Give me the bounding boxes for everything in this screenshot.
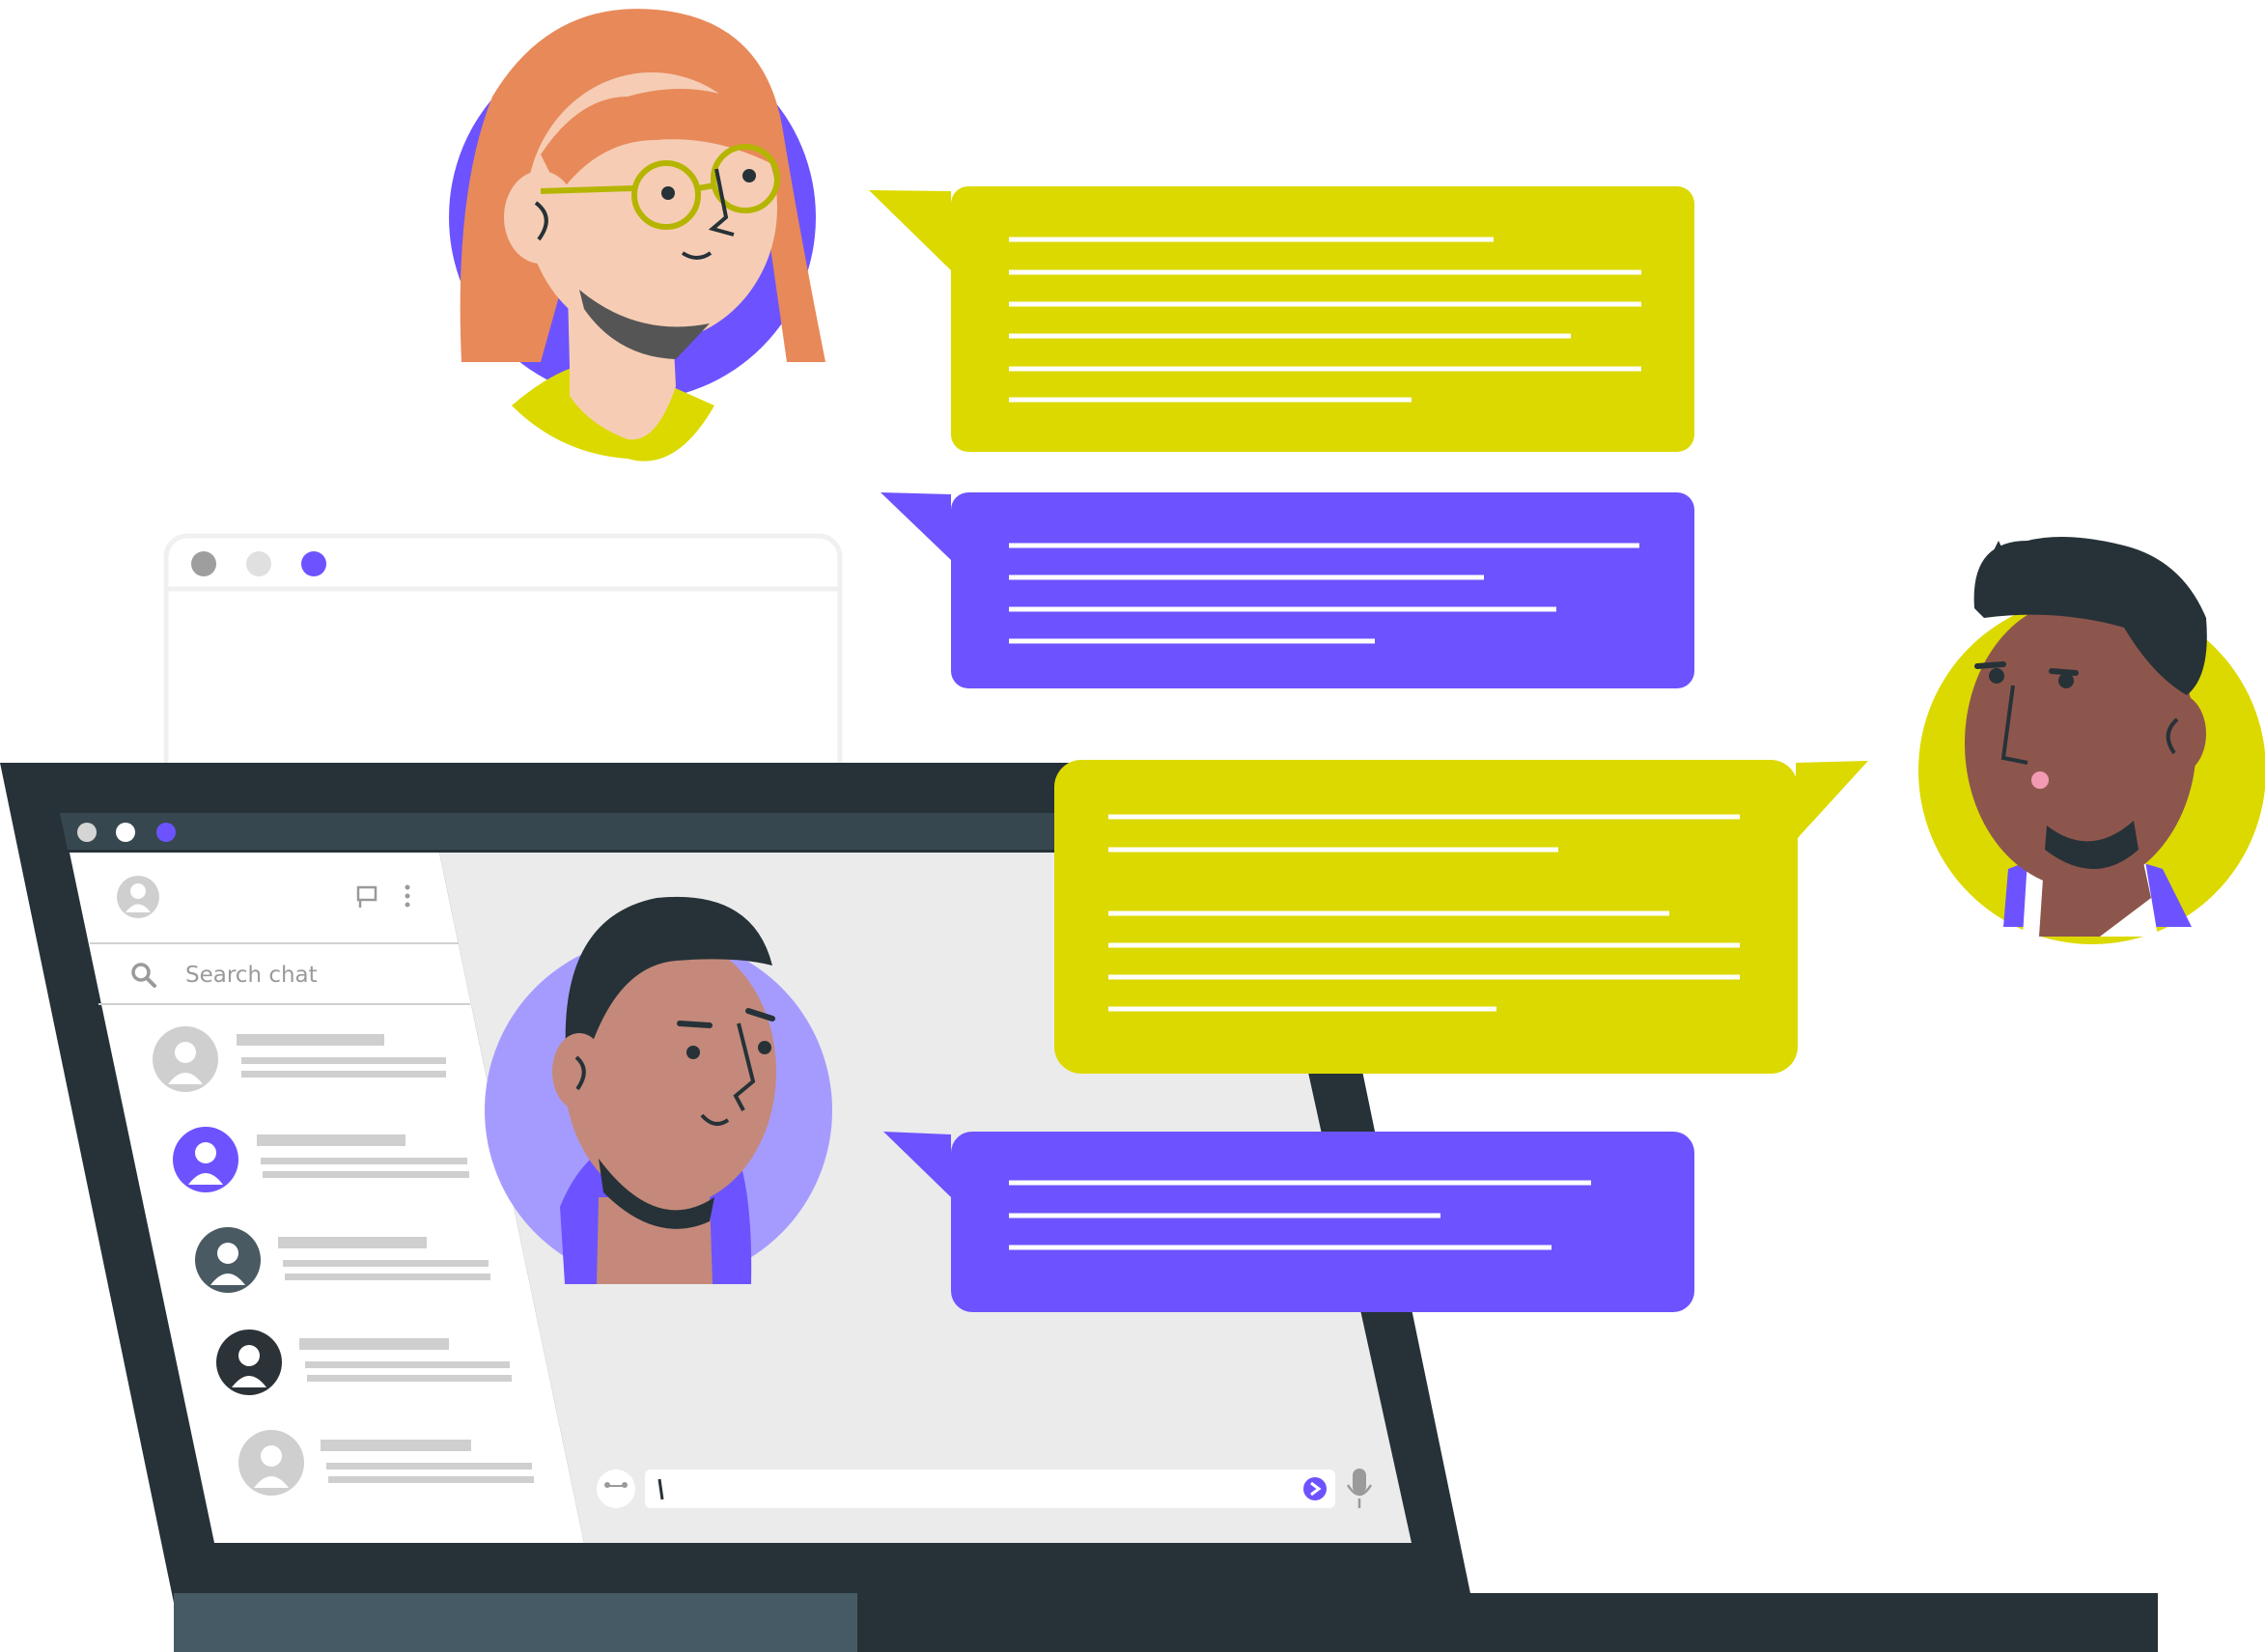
laptop-base-highlight [174, 1593, 857, 1652]
contact-preview-placeholder [261, 1158, 467, 1164]
screen-window-dot-3 [156, 823, 176, 842]
contact-preview-placeholder [241, 1071, 446, 1078]
contact-preview-placeholder [307, 1375, 512, 1382]
message-bubble-yellow-1 [869, 186, 1694, 452]
contact-preview-placeholder [328, 1476, 534, 1483]
contact-name-placeholder [237, 1034, 384, 1046]
send-icon[interactable] [1303, 1477, 1327, 1500]
message-bubble-yellow-2 [1054, 760, 1868, 1074]
screen-window-dot-2 [116, 823, 135, 842]
illustration-scene: Search chat [0, 9, 2265, 1652]
contact-name-placeholder [321, 1440, 471, 1451]
search-input[interactable]: Search chat [185, 963, 318, 988]
message-composer [597, 1469, 1373, 1508]
screen-window-dot-1 [77, 823, 97, 842]
message-bubble-purple-2 [883, 1132, 1694, 1312]
contact-avatar-head [217, 1243, 238, 1264]
contact-avatar-head [175, 1042, 196, 1063]
contact-preview-placeholder [241, 1057, 446, 1064]
man-right-avatar [1918, 537, 2265, 944]
contact-preview-placeholder [326, 1463, 532, 1470]
contact-name-placeholder [299, 1338, 449, 1350]
contact-preview-placeholder [283, 1260, 489, 1267]
emoji-icon[interactable] [597, 1470, 635, 1508]
contact-avatar-head [261, 1445, 282, 1467]
contact-preview-placeholder [263, 1171, 469, 1178]
message-input[interactable] [645, 1470, 1335, 1508]
background-browser-window [163, 533, 843, 790]
message-bubble-purple-1 [881, 492, 1694, 688]
contact-preview-placeholder [285, 1274, 490, 1280]
contact-avatar-head [238, 1345, 260, 1366]
contact-avatar-head [195, 1142, 216, 1163]
woman-with-glasses-avatar [449, 9, 825, 462]
more-vertical-icon[interactable] [405, 884, 410, 908]
window-dot-gray [191, 551, 216, 576]
window-dot-light [246, 551, 271, 576]
contact-name-placeholder [278, 1237, 427, 1248]
user-avatar[interactable] [117, 876, 159, 918]
window-dot-purple [301, 551, 326, 576]
contact-name-placeholder [257, 1134, 405, 1146]
contact-preview-placeholder [305, 1361, 510, 1368]
